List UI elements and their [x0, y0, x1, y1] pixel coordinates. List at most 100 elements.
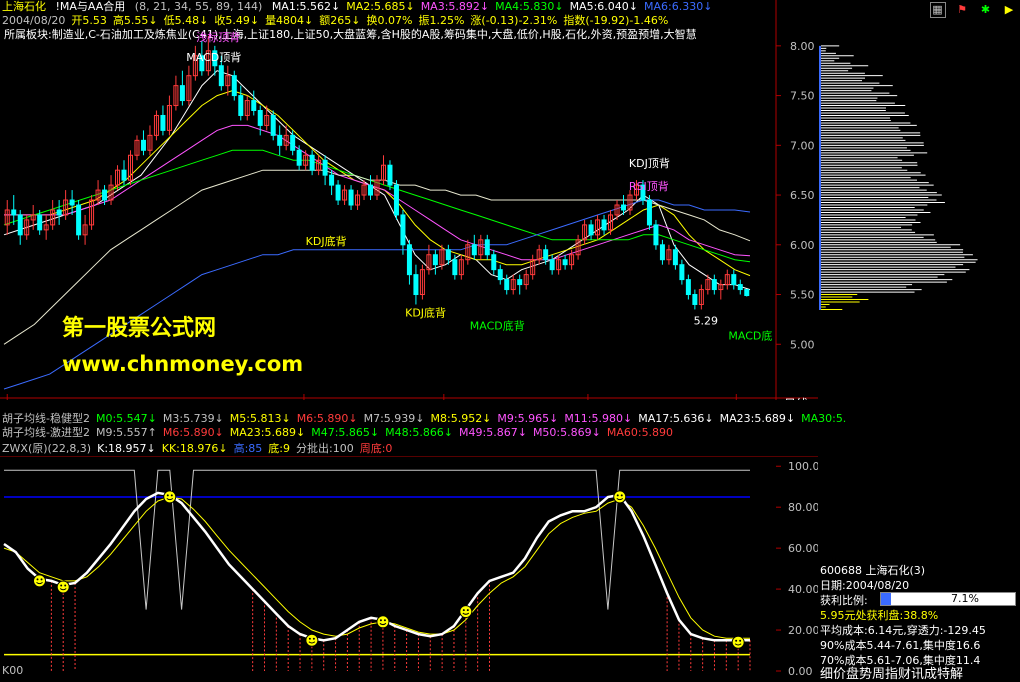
- smiley-eye: [739, 639, 742, 642]
- chart-annotation: MACD底背: [470, 318, 525, 332]
- smiley-icon: [376, 615, 390, 629]
- candle-body: [218, 65, 224, 87]
- candle-body: [121, 169, 127, 181]
- smiley-icon: [459, 605, 473, 619]
- candle-body: [471, 244, 477, 256]
- candle-body: [368, 184, 374, 196]
- watermark-url[interactable]: www.chnmoney.com: [62, 352, 303, 376]
- candle-body: [251, 100, 257, 112]
- candle-body: [711, 279, 717, 291]
- osc-j-line: [4, 469, 750, 610]
- smiley-eye: [466, 609, 469, 612]
- candle-body: [348, 189, 354, 206]
- candle-body: [452, 259, 458, 276]
- candle-body: [37, 214, 43, 231]
- smiley-eye: [170, 494, 173, 497]
- whisker-stable-value-2: M5:5.813↓: [229, 412, 291, 425]
- candle-body: [322, 159, 328, 176]
- sidebar-date: 日期:2004/08/20: [820, 579, 910, 592]
- candle-body: [679, 264, 685, 281]
- candle-body: [238, 95, 244, 116]
- chip-distribution-chart: [819, 45, 978, 310]
- smiley-eye: [36, 578, 39, 581]
- whisker-stable-value-0: M0:5.547↓: [95, 412, 157, 425]
- whisker-aggressive-value-5: M49:5.867↓: [459, 426, 527, 439]
- candle-body: [160, 114, 166, 131]
- whisker-stable-value-3: M6:5.890↓: [296, 412, 358, 425]
- candle-body: [290, 134, 296, 151]
- smiley-eye: [620, 494, 623, 497]
- whisker-stable-label: 胡子均线-稳健型2: [2, 412, 90, 425]
- whisker-aggressive-value-6: M50:5.869↓: [532, 426, 601, 439]
- whisker-aggressive-value-4: M48:5.866↓: [385, 426, 454, 439]
- x-tick-label: 05: [306, 398, 320, 400]
- candle-body: [387, 164, 393, 186]
- candle-body: [257, 110, 263, 126]
- osc-tick-label: 20.00: [788, 624, 818, 637]
- whisker-stable-value-5: M8:5.952↓: [430, 412, 492, 425]
- candle-body: [543, 249, 549, 261]
- osc-tick-label: 80.00: [788, 501, 818, 514]
- osc-tick-label: 0.00: [788, 665, 813, 678]
- zwx-value-2: KK:18.976↓: [161, 442, 228, 455]
- whisker-stable-value-7: M11:5.980↓: [564, 412, 633, 425]
- candle-body: [296, 149, 302, 166]
- candle-body: [621, 204, 627, 211]
- chart-annotation: KDJ底背: [405, 305, 446, 319]
- candle-body: [335, 184, 341, 201]
- candle-body: [309, 154, 315, 171]
- whisker-stable-value-8: MA17:5.636↓: [638, 412, 714, 425]
- candle-body: [497, 269, 503, 281]
- candle-body: [445, 249, 451, 261]
- smiley-eye: [462, 609, 465, 612]
- candle-body: [270, 114, 276, 136]
- sidebar-line-0: 5.95元处获利盘:38.8%: [820, 609, 939, 622]
- smiley-icon: [56, 580, 70, 594]
- candle-body: [504, 279, 510, 291]
- chart-annotation: RSI顶背: [629, 179, 669, 193]
- price-tick-label: 8.00: [790, 40, 815, 53]
- candle-body: [744, 289, 750, 297]
- bottom-label: K00: [2, 664, 24, 677]
- candle-body: [413, 274, 419, 296]
- candle-body: [11, 209, 17, 216]
- candle-body: [484, 239, 490, 256]
- chart-annotation: MACD底: [728, 328, 772, 342]
- smiley-eye: [616, 494, 619, 497]
- whisker-aggressive-value-2: MA23:5.689↓: [229, 426, 306, 439]
- smiley-eye: [40, 578, 43, 581]
- candle-body: [140, 139, 146, 151]
- candle-body: [329, 174, 335, 186]
- zwx-value-0: ZWX(原)(22,8,3): [2, 442, 92, 455]
- osc-tick-label: 40.00: [788, 583, 818, 596]
- x-tick-label: 08: [738, 398, 752, 400]
- whisker-aggressive-value-7: MA60:5.890: [606, 426, 674, 439]
- candle-body: [69, 199, 75, 206]
- candle-body: [406, 244, 412, 276]
- candle-body: [179, 85, 185, 102]
- candle-body: [601, 219, 607, 231]
- candle-body: [659, 244, 665, 261]
- smiley-eye: [383, 619, 386, 622]
- candle-body: [685, 279, 691, 296]
- whisker-aggressive-value-0: M9:5.557↑: [95, 426, 157, 439]
- chart-annotation: 5.29: [694, 314, 719, 327]
- candle-body: [432, 254, 438, 266]
- candle-body: [646, 199, 652, 226]
- smiley-eye: [64, 584, 67, 587]
- candle-body: [737, 284, 743, 291]
- smiley-eye: [735, 639, 738, 642]
- sidebar-line-2: 90%成本5.44-7.61,集中度16.6: [820, 639, 981, 652]
- whisker-stable-value-6: M9:5.965↓: [497, 412, 559, 425]
- candle-body: [102, 189, 108, 201]
- zwx-value-4: 底:9: [268, 442, 291, 455]
- smiley-eye: [379, 619, 382, 622]
- whisker-aggressive-value-3: M47:5.865↓: [311, 426, 380, 439]
- candle-body: [231, 75, 237, 97]
- candle-body: [562, 259, 568, 266]
- zwx-value-3: 高:85: [233, 442, 263, 455]
- price-tick-label: 7.00: [790, 139, 815, 152]
- profit-ratio-fill: [881, 593, 891, 605]
- oscillator-chart[interactable]: 100.00 80.00 60.00 40.00 20.00 0.00: [0, 456, 818, 681]
- sidebar-code-name: 600688 上海石化(3): [820, 564, 926, 577]
